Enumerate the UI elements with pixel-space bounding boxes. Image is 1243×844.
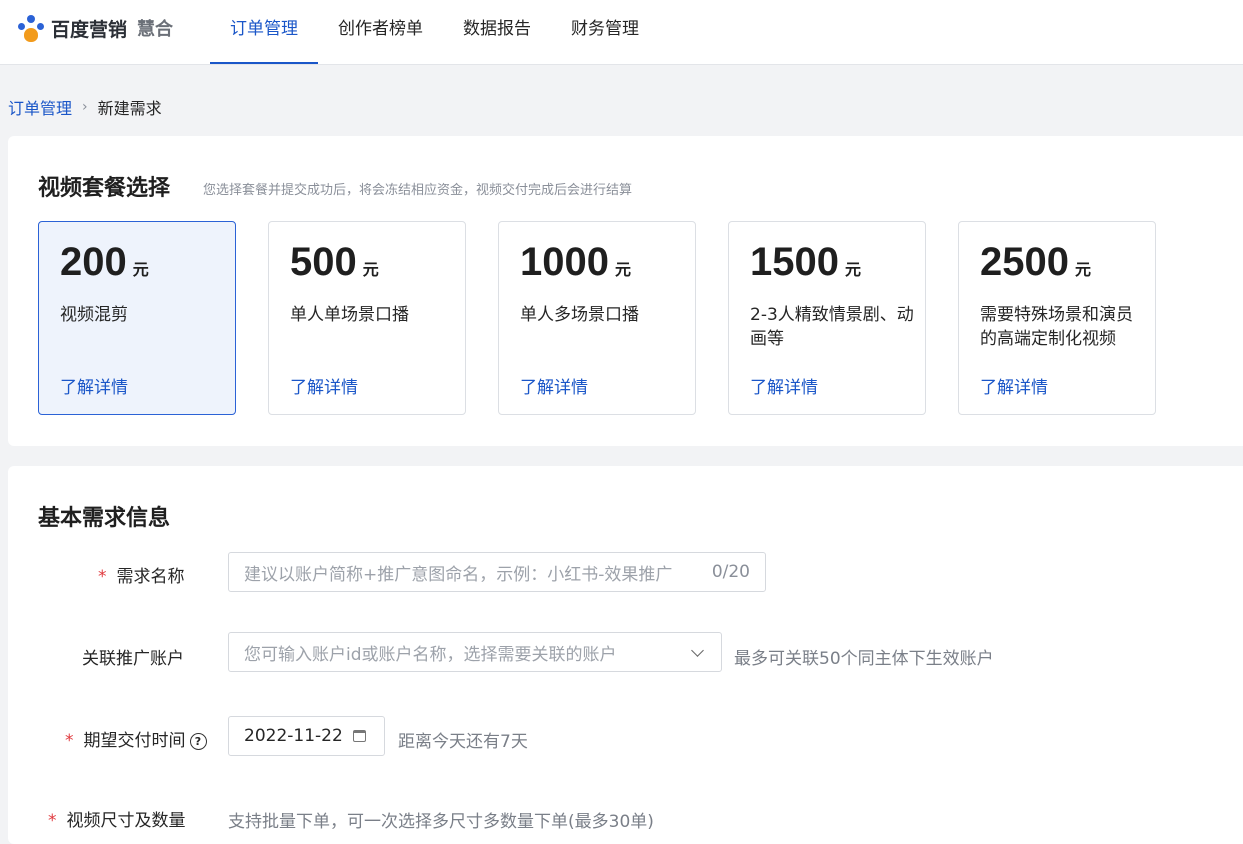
package-desc: 2-3人精致情景剧、动画等 <box>750 305 914 349</box>
package-card-500[interactable]: 500 元 单人单场景口播 了解详情 <box>268 221 466 415</box>
package-desc: 视频混剪 <box>60 305 128 325</box>
package-price: 2500 元 <box>980 240 1091 284</box>
nav-tab-finance[interactable]: 财务管理 <box>551 0 659 64</box>
breadcrumb-parent-link[interactable]: 订单管理 <box>8 95 72 119</box>
calendar-icon <box>352 730 366 742</box>
package-desc: 需要特殊场景和演员的高端定制化视频 <box>980 305 1133 349</box>
delivery-date-note: 距离今天还有7天 <box>398 732 528 752</box>
requirement-name-label: * 需求名称 <box>98 567 185 587</box>
package-section-hint: 您选择套餐并提交成功后，将会冻结相应资金，视频交付完成后会进行结算 <box>203 183 633 198</box>
nav-tab-data-report[interactable]: 数据报告 <box>443 0 551 64</box>
package-price: 200 元 <box>60 240 149 284</box>
breadcrumb-current: 新建需求 <box>97 99 162 118</box>
promo-account-note: 最多可关联50个同主体下生效账户 <box>734 649 994 669</box>
main-nav: 订单管理 创作者榜单 数据报告 财务管理 <box>210 0 659 64</box>
package-detail-link[interactable]: 了解详情 <box>750 373 818 398</box>
package-card-1500[interactable]: 1500 元 2-3人精致情景剧、动画等 了解详情 <box>728 221 926 415</box>
package-detail-link[interactable]: 了解详情 <box>60 373 128 398</box>
delivery-date-value: 2022-11-22 <box>244 726 343 746</box>
package-detail-link[interactable]: 了解详情 <box>980 373 1048 398</box>
package-detail-link[interactable]: 了解详情 <box>520 373 588 398</box>
package-card-2500[interactable]: 2500 元 需要特殊场景和演员的高端定制化视频 了解详情 <box>958 221 1156 415</box>
package-desc: 单人多场景口播 <box>520 305 639 325</box>
package-detail-link[interactable]: 了解详情 <box>290 373 358 398</box>
promo-account-label: 关联推广账户 <box>82 649 184 669</box>
video-size-note: 支持批量下单，可一次选择多尺寸多数量下单(最多30单) <box>228 812 654 832</box>
char-counter: 0/20 <box>711 562 750 582</box>
paw-logo-icon <box>17 13 47 43</box>
breadcrumb-separator-icon: › <box>82 99 88 115</box>
brand-subname: 慧合 <box>137 19 174 40</box>
package-card-200[interactable]: 200 元 视频混剪 了解详情 <box>38 221 236 415</box>
required-mark: * <box>98 567 107 587</box>
brand-name: 百度营销 <box>51 18 128 41</box>
question-help-icon[interactable]: ? <box>189 732 207 750</box>
package-desc: 单人单场景口播 <box>290 305 409 325</box>
delivery-date-label: * 期望交付时间? <box>65 726 207 751</box>
promo-account-placeholder: 您可输入账户id或账户名称，选择需要关联的账户 <box>244 644 617 665</box>
requirement-name-placeholder: 建议以账户简称+推广意图命名，示例：小红书-效果推广 <box>244 564 673 585</box>
chevron-down-icon <box>691 643 704 657</box>
brand-logo[interactable]: 百度营销 慧合 <box>17 12 173 44</box>
promo-account-select[interactable]: 您可输入账户id或账户名称，选择需要关联的账户 <box>228 632 722 672</box>
nav-tab-orders[interactable]: 订单管理 <box>210 0 318 64</box>
package-selection-panel: 视频套餐选择 您选择套餐并提交成功后，将会冻结相应资金，视频交付完成后会进行结算… <box>8 136 1243 446</box>
video-size-label: * 视频尺寸及数量 <box>48 811 186 831</box>
package-price: 1500 元 <box>750 240 861 284</box>
delivery-date-picker[interactable]: 2022-11-22 <box>228 716 385 756</box>
package-section-title: 视频套餐选择 <box>38 176 171 201</box>
basic-info-title: 基本需求信息 <box>38 506 171 531</box>
requirement-name-input[interactable]: 建议以账户简称+推广意图命名，示例：小红书-效果推广 0/20 <box>228 552 766 592</box>
breadcrumb: 订单管理 › 新建需求 <box>8 95 162 119</box>
package-card-1000[interactable]: 1000 元 单人多场景口播 了解详情 <box>498 221 696 415</box>
basic-info-panel: 基本需求信息 * 需求名称 建议以账户简称+推广意图命名，示例：小红书-效果推广 … <box>8 466 1243 844</box>
top-navbar: 百度营销 慧合 订单管理 创作者榜单 数据报告 财务管理 <box>0 0 1243 65</box>
package-price: 500 元 <box>290 240 379 284</box>
package-price: 1000 元 <box>520 240 631 284</box>
nav-tab-creator-rank[interactable]: 创作者榜单 <box>318 0 443 64</box>
